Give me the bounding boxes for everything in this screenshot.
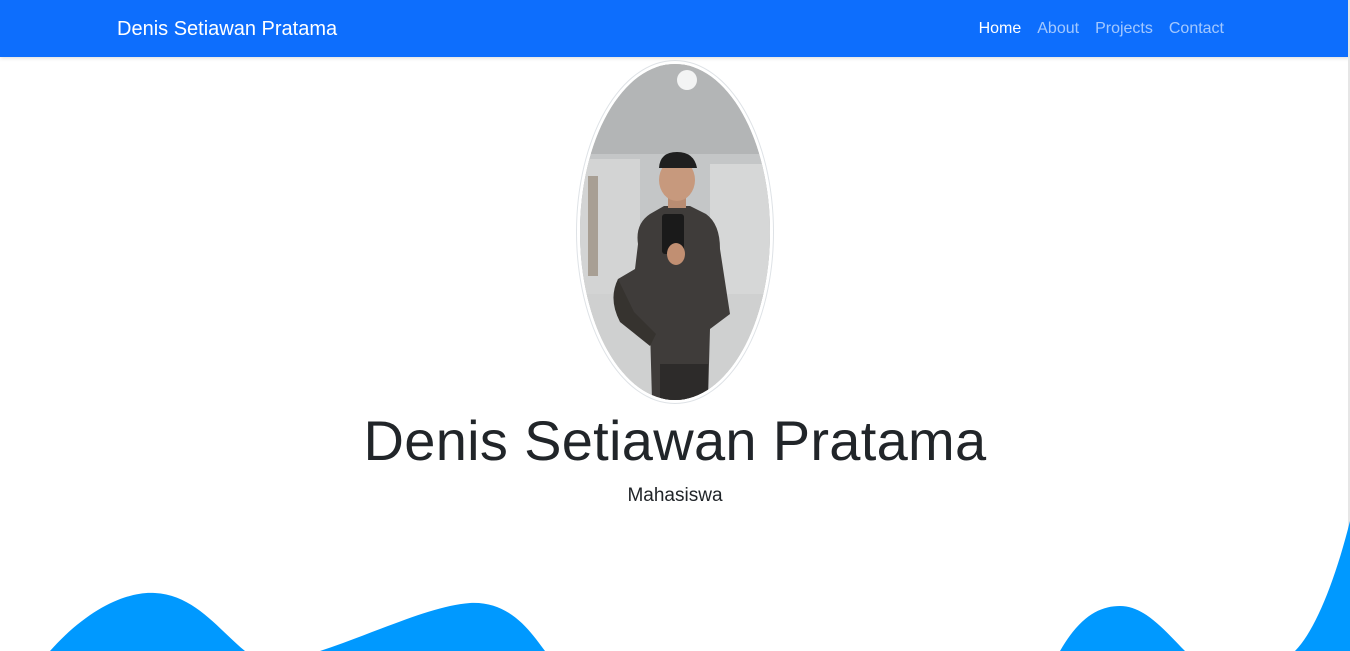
hero-name: Denis Setiawan Pratama <box>363 409 987 472</box>
nav-link-home[interactable]: Home <box>979 19 1022 39</box>
hero-section: Denis Setiawan Pratama Mahasiswa <box>0 57 1350 651</box>
navbar: Denis Setiawan Pratama Home About Projec… <box>0 0 1350 57</box>
profile-photo <box>580 64 770 400</box>
profile-photo-frame <box>576 60 774 404</box>
profile-photo-illustration <box>580 64 770 400</box>
navbar-brand[interactable]: Denis Setiawan Pratama <box>117 17 337 41</box>
nav-link-projects[interactable]: Projects <box>1095 19 1153 39</box>
nav-links: Home About Projects Contact <box>979 19 1224 39</box>
hero-subtitle: Mahasiswa <box>627 485 723 506</box>
nav-link-contact[interactable]: Contact <box>1169 19 1224 39</box>
decorative-wave <box>50 521 1350 651</box>
nav-link-about[interactable]: About <box>1037 19 1079 39</box>
